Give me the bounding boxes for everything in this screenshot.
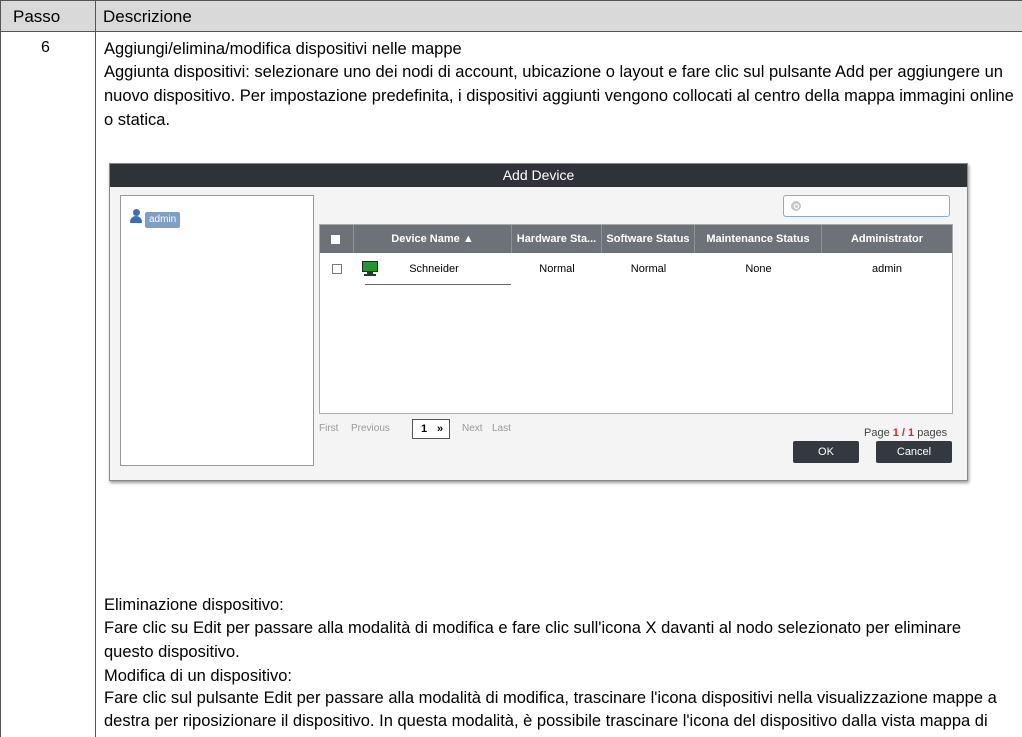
ok-button[interactable]: OK <box>793 441 859 463</box>
select-all-checkbox[interactable] <box>331 235 340 244</box>
column-maintenance-status[interactable]: Maintenance Status <box>695 225 822 253</box>
section-title: Aggiungi/elimina/modifica dispositivi ne… <box>104 40 462 58</box>
select-all-cell <box>320 225 354 253</box>
cell-administrator: admin <box>872 263 902 275</box>
add-device-dialog: Add Device admin Device Name ▲ Hardware … <box>109 163 968 481</box>
cancel-button[interactable]: Cancel <box>876 441 952 463</box>
cell-maintenance-status: None <box>745 263 772 275</box>
table-header-row: Passo Descrizione <box>1 0 1022 32</box>
cell-hardware-status: Normal <box>539 263 575 275</box>
header-step: Passo <box>13 7 61 26</box>
table-row[interactable]: Schneider Normal Normal None admin <box>320 253 952 285</box>
instruction-table: Passo Descrizione 6 Aggiungi/elimina/mod… <box>0 0 1022 737</box>
add-keyword: Add <box>835 63 865 81</box>
modify-section-body: Fare clic sul pulsante Edit per passare … <box>104 689 997 737</box>
account-tree-panel: admin <box>120 195 314 466</box>
delete-section-body: Fare clic su Edit per passare alla modal… <box>104 619 962 661</box>
first-page-link[interactable]: First <box>319 423 338 434</box>
step-number: 6 <box>41 39 50 56</box>
column-hardware-status[interactable]: Hardware Sta... <box>512 225 602 253</box>
next-page-link[interactable]: Next <box>462 423 483 434</box>
column-divider <box>95 0 96 737</box>
dialog-title: Add Device <box>110 164 967 187</box>
device-table-header: Device Name ▲ Hardware Sta... Software S… <box>320 225 952 253</box>
column-device-name[interactable]: Device Name ▲ <box>354 225 512 253</box>
page-info: Page 1 / 1 pages <box>864 427 948 439</box>
page-current: 1 / 1 <box>892 427 915 439</box>
edit-keyword: Edit <box>192 619 222 637</box>
search-icon <box>791 201 801 211</box>
previous-page-link[interactable]: Previous <box>351 423 390 434</box>
page-select[interactable]: 1» <box>412 419 450 439</box>
search-input[interactable] <box>783 195 950 217</box>
edit-keyword: Edit <box>263 689 293 707</box>
header-description: Descrizione <box>103 7 192 26</box>
cell-software-status: Normal <box>630 263 667 275</box>
column-software-status[interactable]: Software Status <box>602 225 695 253</box>
user-icon <box>129 208 143 224</box>
tree-node-label: admin <box>145 212 181 228</box>
delete-section-title: Eliminazione dispositivo: <box>104 596 284 614</box>
pagination: First Previous 1» Next Last <box>319 419 953 439</box>
last-page-link[interactable]: Last <box>492 423 511 434</box>
x-keyword: X <box>645 619 657 637</box>
modify-section-title: Modifica di un dispositivo: <box>104 667 293 685</box>
intro-paragraph: Aggiunta dispositivi: selezionare uno de… <box>104 63 1014 129</box>
row-underline <box>365 284 511 285</box>
column-administrator[interactable]: Administrator <box>822 225 952 253</box>
row-checkbox[interactable] <box>332 264 342 274</box>
cell-device-name: Schneider <box>409 263 459 275</box>
dialog-body: admin Device Name ▲ Hardware Sta... Soft… <box>110 187 967 480</box>
device-table: Device Name ▲ Hardware Sta... Software S… <box>319 224 953 414</box>
chevron-down-icon: » <box>437 423 444 435</box>
page-select-value: 1 <box>421 423 428 435</box>
monitor-icon <box>362 261 378 277</box>
